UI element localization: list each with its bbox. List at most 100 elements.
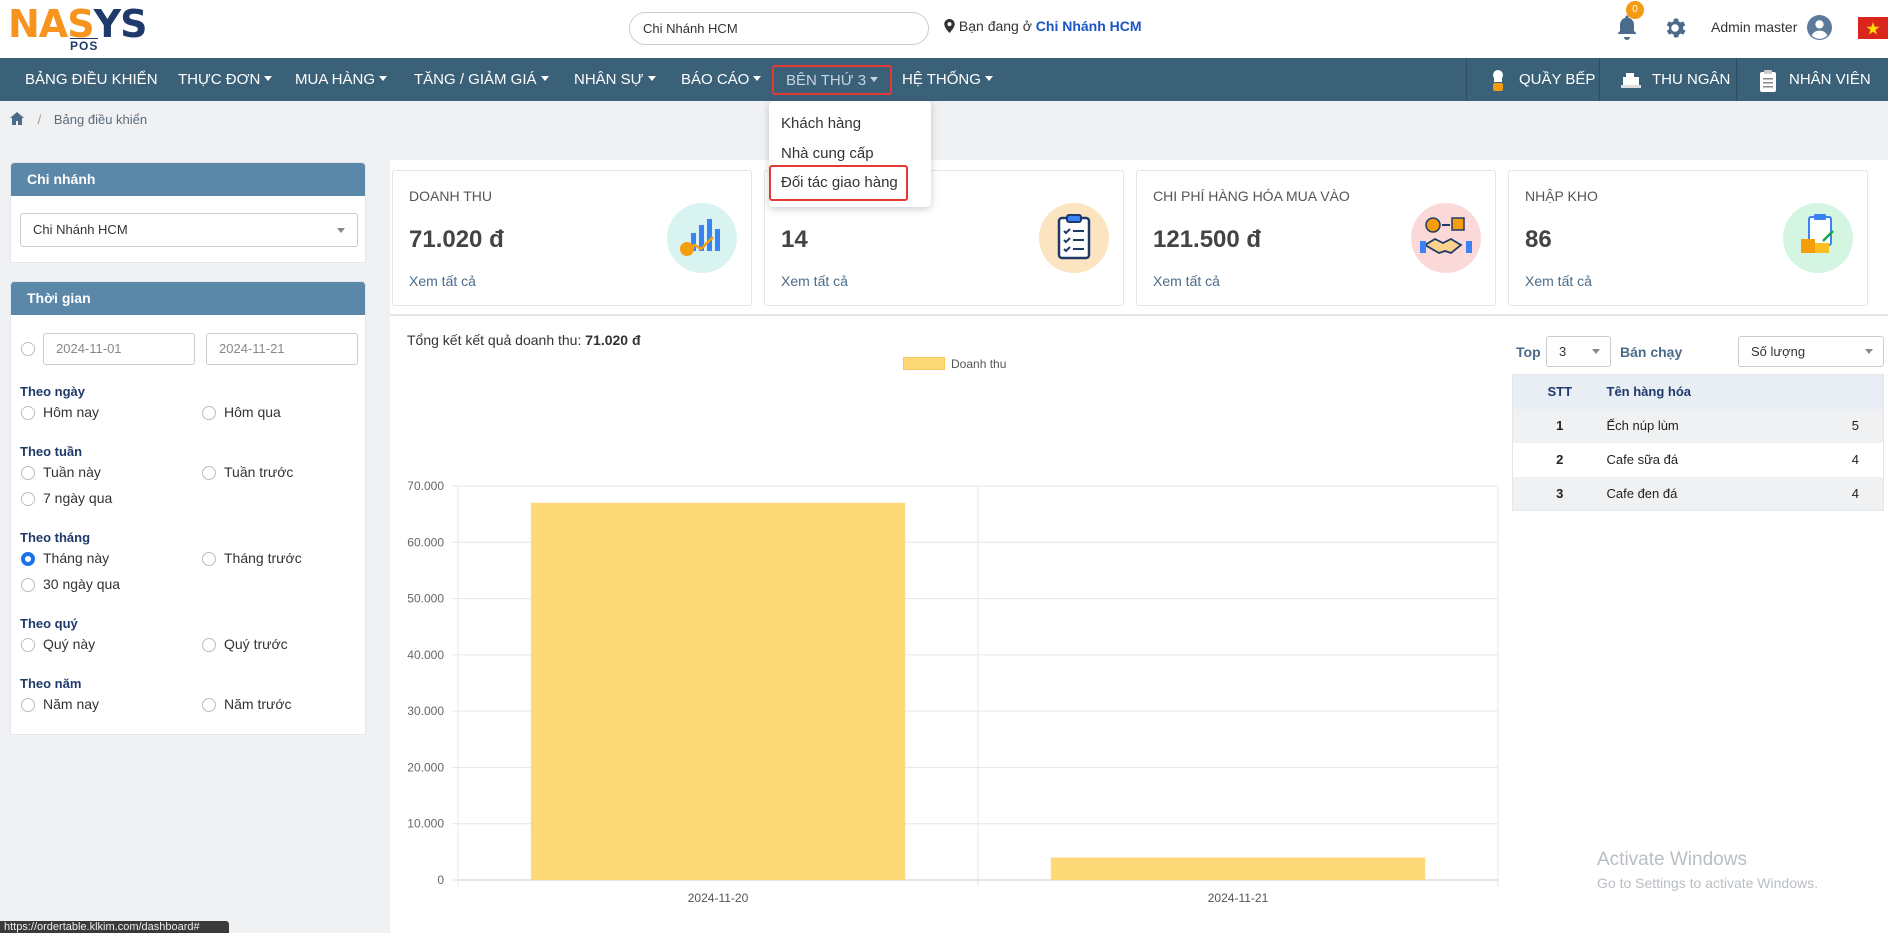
label-this-month[interactable]: Tháng này [43,550,109,566]
browser-status-url: https://ordertable.klkim.com/dashboard# [0,921,229,933]
label-today[interactable]: Hôm nay [43,404,99,420]
bar-2024-11-20 [530,502,906,880]
label-last-month[interactable]: Tháng trước [224,550,302,566]
settings-gear-icon[interactable] [1662,15,1688,41]
nav-hr[interactable]: NHÂN SỰ [574,58,656,101]
label-last-30-days[interactable]: 30 ngày qua [43,576,120,592]
column-product-name: Tên hàng hóa [1606,374,1808,409]
radio-this-month[interactable] [21,552,35,566]
radio-this-week[interactable] [21,466,35,480]
radio-last-week[interactable] [202,466,216,480]
dashboard-main: DOANH THU 71.020 đ Xem tất cả 14 Xem tất… [390,160,1888,933]
label-yesterday[interactable]: Hôm qua [224,404,281,420]
sort-label: Bán chạy [1620,344,1683,360]
stat-view-all-link[interactable]: Xem tất cả [409,273,476,289]
table-row[interactable]: 3 Cafe đen đá 4 [1512,476,1884,511]
sort-by-select[interactable]: Số lượng [1738,336,1884,367]
revenue-chart-icon [667,203,737,273]
caret-down-icon [540,76,549,81]
branch-select[interactable]: Chi Nhánh HCM [20,213,358,247]
third-party-dropdown: Khách hàng Nhà cung cấp Đối tác giao hàn… [769,101,931,207]
y-tick-label: 30.000 [407,704,444,718]
date-to-input[interactable]: 2024-11-21 [206,333,358,365]
top-label: Top [1516,344,1541,360]
group-by-week: Theo tuần [20,444,83,459]
user-avatar-icon[interactable] [1807,15,1832,40]
chart-legend[interactable]: Doanh thu [903,357,1006,371]
menu-item-delivery-partners[interactable]: Đối tác giao hàng [769,165,908,201]
table-row[interactable]: 1 Ếch núp lùm 5 [1512,408,1884,443]
label-last-year[interactable]: Năm trước [224,696,292,712]
radio-yesterday[interactable] [202,406,216,420]
radio-last-quarter[interactable] [202,638,216,652]
group-by-month: Theo tháng [20,530,91,545]
stat-view-all-link[interactable]: Xem tất cả [1525,273,1592,289]
branch-search-input[interactable]: Chi Nhánh HCM [629,12,929,45]
nav-cashier[interactable]: THU NGÂN [1599,58,1735,101]
date-from-input[interactable]: 2024-11-01 [43,333,195,365]
caret-down-icon [264,76,273,81]
vietnam-flag-icon[interactable] [1858,17,1888,39]
user-name[interactable]: Admin master [1711,19,1797,35]
radio-last-year[interactable] [202,698,216,712]
radio-last-30-days[interactable] [21,578,35,592]
nav-system[interactable]: HỆ THỐNG [902,58,993,101]
label-this-year[interactable]: Năm nay [43,696,99,712]
revenue-bar-chart: 0 10.000 20.000 30.000 40.000 50.000 60.000 70.… [407,479,1499,905]
caret-down-icon [379,76,388,81]
nav-reports[interactable]: BÁO CÁO [681,58,762,101]
menu-item-suppliers[interactable]: Nhà cung cấp [781,145,874,162]
stat-card-purchase-cost: CHI PHÍ HÀNG HÓA MUA VÀO 121.500 đ Xem t… [1136,170,1496,306]
nav-menu[interactable]: THỰC ĐƠN [178,58,273,101]
custom-range-radio[interactable] [21,342,35,356]
branch-panel-title: Chi nhánh [11,163,365,196]
windows-activation-watermark: Activate Windows Go to Settings to activ… [1597,849,1818,891]
y-tick-label: 40.000 [407,648,444,662]
top-header: NASYS POS Chi Nhánh HCM Bạn đang ở Chi N… [0,0,1888,58]
y-tick-label: 60.000 [407,535,444,549]
stat-value: 71.020 đ [409,226,504,253]
label-this-week[interactable]: Tuần này [43,464,101,480]
nav-kitchen[interactable]: QUẦY BẾP [1466,58,1598,101]
home-icon[interactable] [10,112,24,125]
column-quantity [1807,374,1884,409]
nav-dashboard[interactable]: BẢNG ĐIỀU KHIỂN [25,58,158,101]
stat-title: NHẬP KHO [1525,188,1598,204]
y-tick-label: 0 [437,873,444,887]
label-last-7-days[interactable]: 7 ngày qua [43,490,112,506]
radio-this-year[interactable] [21,698,35,712]
stat-value: 14 [781,226,808,253]
radio-today[interactable] [21,406,35,420]
main-navbar: BẢNG ĐIỀU KHIỂN THỰC ĐƠN MUA HÀNG TĂNG /… [0,58,1888,101]
menu-item-customers[interactable]: Khách hàng [781,115,861,132]
breadcrumb-current: Bảng điều khiển [53,112,148,127]
label-this-quarter[interactable]: Quý này [43,636,95,652]
legend-swatch [903,357,945,370]
branch-panel: Chi nhánh Chi Nhánh HCM [10,162,366,263]
nav-staff[interactable]: NHÂN VIÊN [1736,58,1888,101]
time-panel-title: Thời gian [11,282,365,315]
label-last-quarter[interactable]: Quý trước [224,636,288,652]
radio-last-7-days[interactable] [21,492,35,506]
top-count-select[interactable]: 3 [1546,336,1611,367]
stat-card-revenue: DOANH THU 71.020 đ Xem tất cả [392,170,752,306]
nav-discount[interactable]: TĂNG / GIẢM GIÁ [414,58,549,101]
radio-this-quarter[interactable] [21,638,35,652]
caret-down-icon [984,76,993,81]
section-divider [390,314,1888,316]
stat-view-all-link[interactable]: Xem tất cả [781,273,848,289]
nasys-logo[interactable]: NASYS POS [8,4,148,53]
caret-down-icon [753,76,762,81]
nav-purchase[interactable]: MUA HÀNG [295,58,388,101]
label-last-week[interactable]: Tuần trước [224,464,293,480]
radio-last-month[interactable] [202,552,216,566]
y-tick-label: 20.000 [407,760,444,774]
nav-third-party[interactable]: BÊN THỨ 3 [772,65,893,95]
y-tick-label: 10.000 [407,817,444,831]
revenue-summary-value: 71.020 đ [585,332,641,348]
stat-title: CHI PHÍ HÀNG HÓA MUA VÀO [1153,188,1350,204]
table-row[interactable]: 2 Cafe sữa đá 4 [1513,443,1884,477]
orders-clipboard-icon [1039,203,1109,273]
time-panel: Thời gian 2024-11-01 2024-11-21 Theo ngà… [10,281,366,735]
stat-view-all-link[interactable]: Xem tất cả [1153,273,1220,289]
